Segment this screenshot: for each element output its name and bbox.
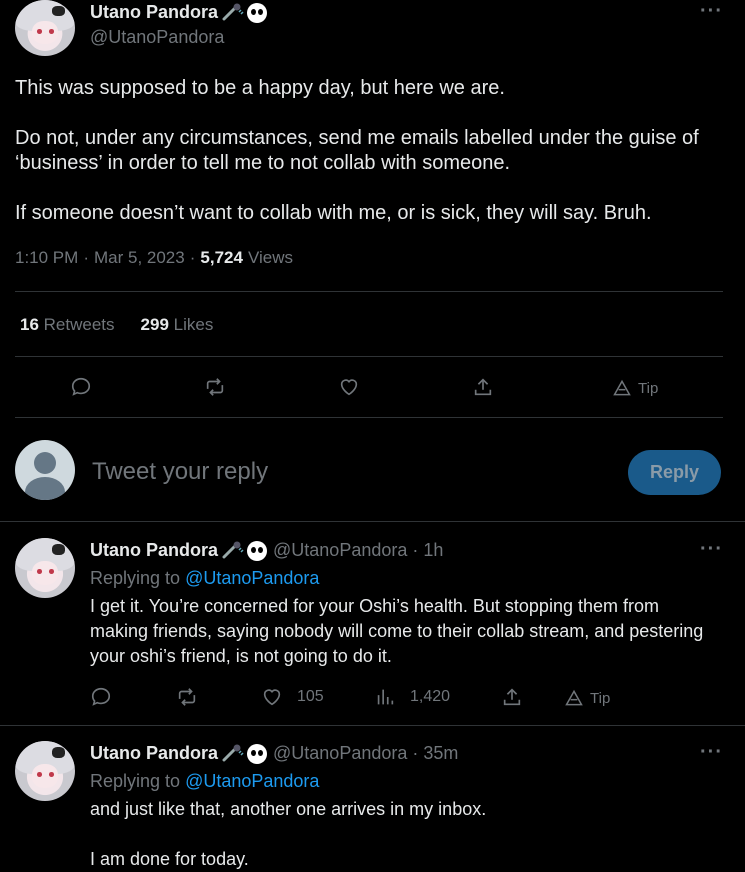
meta-separator: · bbox=[83, 248, 89, 267]
reply-button[interactable] bbox=[70, 376, 92, 398]
likes-count: 299 bbox=[140, 315, 169, 334]
reply-retweet-button[interactable] bbox=[176, 686, 198, 708]
reply-like-count: 105 bbox=[297, 688, 324, 705]
reply-text-line-1: and just like that, another one arrives … bbox=[90, 799, 487, 819]
reply-avatar[interactable] bbox=[15, 741, 75, 801]
replying-to-link[interactable]: @UtanoPandora bbox=[185, 568, 319, 588]
reply-tip-label: Tip bbox=[590, 689, 611, 707]
reply-reply-button[interactable] bbox=[90, 686, 112, 708]
tip-label: Tip bbox=[638, 379, 659, 397]
retweets-stat[interactable]: 16 Retweets bbox=[20, 315, 115, 335]
replying-to-label: Replying to bbox=[90, 568, 181, 588]
retweet-icon bbox=[206, 378, 224, 396]
views-label: Views bbox=[247, 248, 293, 267]
tip-button[interactable]: Tip bbox=[612, 378, 658, 398]
reply-like-button[interactable]: 105 bbox=[261, 686, 324, 708]
more-options-button[interactable]: ··· bbox=[700, 0, 723, 23]
retweet-icon bbox=[178, 688, 196, 706]
microphone-icon bbox=[222, 3, 244, 20]
tweet-date[interactable]: Mar 5, 2023 bbox=[94, 248, 185, 268]
retweets-label: Retweets bbox=[43, 315, 115, 334]
tweet-paragraph-1: This was supposed to be a happy day, but… bbox=[15, 77, 505, 99]
reply-more-button[interactable]: ··· bbox=[700, 538, 723, 561]
reply-text-line-2: I am done for today. bbox=[90, 849, 249, 869]
author-avatar[interactable] bbox=[15, 0, 75, 56]
tweet-paragraph-2: Do not, under any circumstances, send me… bbox=[15, 127, 699, 174]
meta-separator: · bbox=[189, 248, 196, 267]
views-icon bbox=[377, 689, 394, 705]
panda-icon bbox=[247, 540, 268, 561]
reply-age[interactable]: 35m bbox=[423, 743, 458, 764]
microphone-icon bbox=[222, 744, 244, 761]
reply-tip-button[interactable]: Tip bbox=[564, 688, 610, 708]
reply-avatar[interactable] bbox=[15, 538, 75, 598]
reply-author-handle[interactable]: @UtanoPandora bbox=[273, 743, 407, 764]
reply-author-handle[interactable]: @UtanoPandora bbox=[273, 540, 407, 561]
reply-icon bbox=[91, 687, 111, 706]
reply-views-button[interactable]: 1,420 bbox=[374, 686, 450, 708]
heart-icon bbox=[263, 689, 281, 706]
replying-to-label: Replying to bbox=[90, 771, 181, 791]
reply-age[interactable]: 1h bbox=[423, 540, 443, 561]
replying-to-link[interactable]: @UtanoPandora bbox=[185, 771, 319, 791]
likes-label: Likes bbox=[173, 315, 214, 334]
like-button[interactable] bbox=[338, 376, 360, 398]
composer-avatar bbox=[15, 440, 75, 500]
microphone-icon bbox=[222, 541, 244, 558]
author-name[interactable]: Utano Pandora bbox=[90, 2, 218, 23]
share-button[interactable] bbox=[472, 376, 494, 398]
reply-share-button[interactable] bbox=[501, 686, 523, 708]
reply-text: I get it. You’re concerned for your Oshi… bbox=[90, 596, 704, 666]
reply-author-name[interactable]: Utano Pandora bbox=[90, 743, 218, 764]
share-icon bbox=[503, 688, 521, 706]
author-handle[interactable]: @UtanoPandora bbox=[90, 27, 224, 48]
tweet-time[interactable]: 1:10 PM bbox=[15, 248, 78, 268]
meta-separator: · bbox=[412, 743, 419, 763]
likes-stat[interactable]: 299 Likes bbox=[141, 315, 214, 335]
reply-more-button[interactable]: ··· bbox=[700, 741, 723, 764]
tip-icon bbox=[565, 689, 583, 706]
meta-separator: · bbox=[412, 540, 419, 560]
reply-input[interactable]: Tweet your reply bbox=[92, 458, 268, 486]
retweets-count: 16 bbox=[20, 315, 39, 334]
panda-icon bbox=[247, 2, 268, 23]
share-icon bbox=[474, 378, 492, 396]
tweet-paragraph-3: If someone doesn’t want to collab with m… bbox=[15, 202, 652, 224]
panda-icon bbox=[247, 743, 268, 764]
reply-icon bbox=[71, 377, 91, 396]
heart-icon bbox=[340, 379, 358, 396]
reply-views-count: 1,420 bbox=[410, 688, 451, 705]
retweet-button[interactable] bbox=[204, 376, 226, 398]
reply-submit-button[interactable]: Reply bbox=[628, 450, 721, 495]
tip-icon bbox=[613, 379, 631, 396]
reply-author-name[interactable]: Utano Pandora bbox=[90, 540, 218, 561]
views-count: 5,724 bbox=[200, 248, 243, 267]
